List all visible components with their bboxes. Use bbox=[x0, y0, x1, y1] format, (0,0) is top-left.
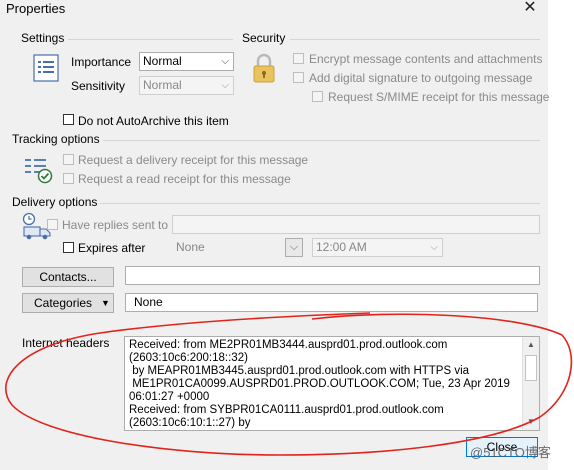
read-receipt-checkbox[interactable] bbox=[63, 173, 74, 184]
close-window-icon[interactable]: ✕ bbox=[518, 0, 542, 18]
window-title: Properties bbox=[6, 1, 66, 16]
expires-time-value: 12:00 AM bbox=[316, 240, 367, 254]
tracking-group-label: Tracking options bbox=[12, 132, 100, 146]
encrypt-checkbox[interactable] bbox=[293, 53, 304, 64]
have-replies-field[interactable] bbox=[172, 215, 540, 234]
smime-receipt-checkbox[interactable] bbox=[312, 91, 323, 102]
importance-label: Importance bbox=[71, 55, 132, 69]
expires-after-label: Expires after bbox=[78, 241, 146, 255]
delivery-receipt-label: Request a delivery receipt for this mess… bbox=[78, 153, 309, 167]
calendar-dropdown-button[interactable]: ⌵ bbox=[285, 238, 303, 257]
expires-date-value: None bbox=[176, 240, 205, 254]
read-receipt-label: Request a read receipt for this message bbox=[78, 172, 291, 186]
security-group-label: Security bbox=[242, 31, 286, 45]
chevron-down-icon: ⌵ bbox=[221, 80, 229, 91]
settings-divider bbox=[68, 39, 233, 40]
do-not-autoarchive-checkbox[interactable] bbox=[63, 114, 74, 125]
settings-list-icon bbox=[33, 54, 59, 82]
importance-dropdown[interactable]: Normal ⌵ bbox=[139, 52, 234, 71]
expires-time-dropdown[interactable]: 12:00 AM ⌵ bbox=[312, 238, 443, 257]
digital-signature-label: Add digital signature to outgoing messag… bbox=[309, 71, 533, 85]
importance-value: Normal bbox=[143, 54, 182, 68]
encrypt-label: Encrypt message contents and attachments bbox=[309, 52, 543, 66]
sensitivity-label: Sensitivity bbox=[71, 79, 126, 93]
chevron-down-icon: ⌵ bbox=[430, 242, 438, 253]
smime-receipt-label: Request S/MIME receipt for this message bbox=[328, 90, 550, 104]
contacts-button[interactable]: Contacts... bbox=[22, 267, 114, 287]
annotation-ellipse bbox=[0, 305, 574, 465]
sensitivity-dropdown[interactable]: Normal ⌵ bbox=[139, 76, 234, 95]
delivery-receipt-checkbox[interactable] bbox=[63, 154, 74, 165]
settings-group-label: Settings bbox=[21, 31, 65, 45]
expires-after-checkbox[interactable] bbox=[63, 242, 74, 253]
security-divider bbox=[290, 39, 540, 40]
tracking-divider bbox=[103, 140, 540, 141]
watermark: @51CTO博客 bbox=[470, 445, 551, 460]
chevron-down-icon: ⌵ bbox=[221, 56, 229, 67]
do-not-autoarchive-label: Do not AutoArchive this item bbox=[78, 114, 229, 128]
expires-date-picker[interactable]: None bbox=[172, 238, 303, 257]
tracking-checklist-icon bbox=[22, 156, 54, 184]
delivery-divider bbox=[100, 203, 540, 204]
lock-icon bbox=[252, 52, 276, 84]
contacts-field[interactable] bbox=[125, 266, 540, 285]
delivery-group-label: Delivery options bbox=[12, 195, 98, 209]
digital-signature-checkbox[interactable] bbox=[293, 72, 304, 83]
chevron-down-icon: ⌵ bbox=[289, 241, 299, 253]
sensitivity-value: Normal bbox=[143, 78, 182, 92]
have-replies-label: Have replies sent to bbox=[62, 218, 169, 232]
have-replies-checkbox[interactable] bbox=[47, 219, 58, 230]
